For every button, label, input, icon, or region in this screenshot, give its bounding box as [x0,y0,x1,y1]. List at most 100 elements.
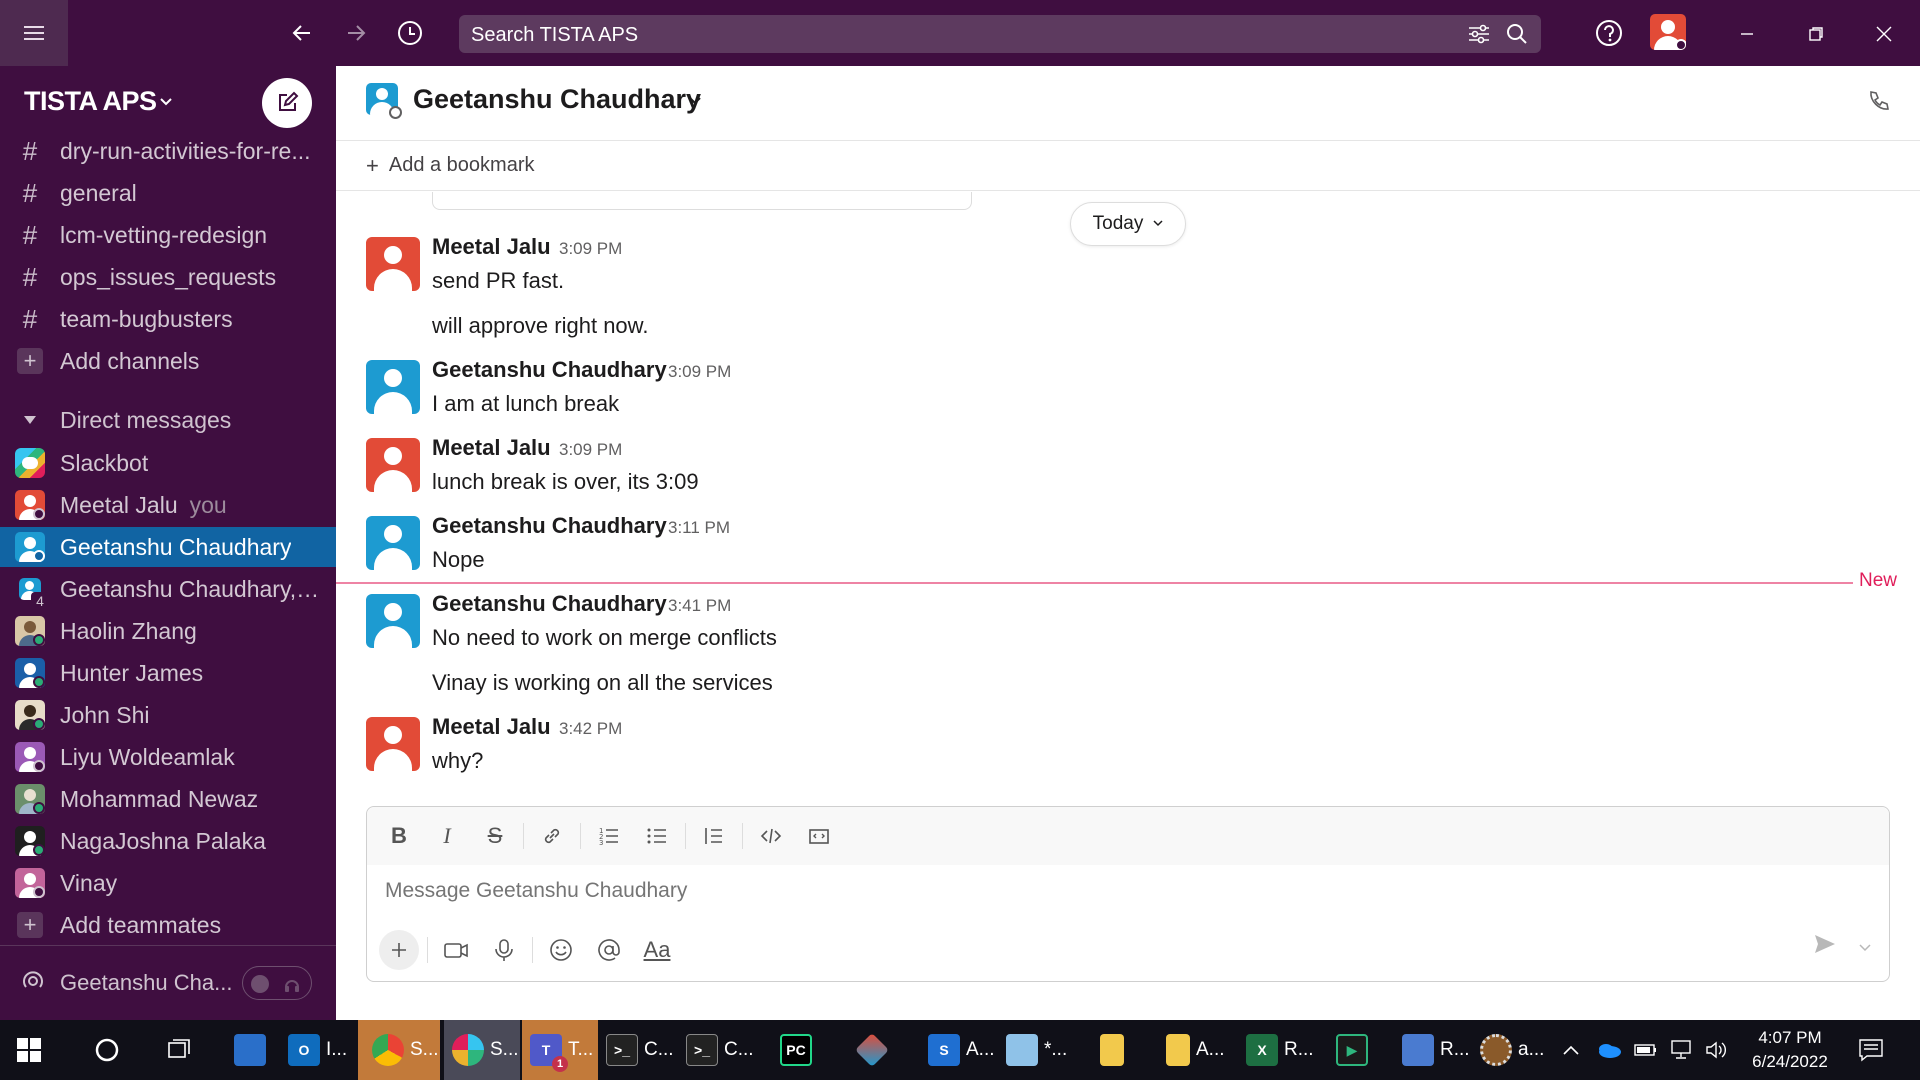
taskbar-app-folder-2[interactable]: A... [1166,1020,1225,1080]
sidebar-item-channel[interactable]: # general [0,173,336,213]
menu-button[interactable] [0,0,68,66]
taskbar-app-pycharm[interactable]: PC [780,1020,812,1080]
italic-button[interactable]: I [427,816,467,856]
sidebar-item-dm[interactable]: Mohammad Newaz [0,779,336,819]
taskbar-app-gear[interactable]: a... [1480,1020,1544,1080]
text-format-button[interactable]: Aa [637,930,677,970]
restore-button[interactable] [1802,20,1830,48]
avatar[interactable] [366,237,420,291]
mention-button[interactable] [589,930,629,970]
battery-icon[interactable] [1634,1020,1658,1080]
filter-icon[interactable] [1467,23,1491,50]
back-button[interactable] [285,16,319,50]
network-icon[interactable] [1668,1020,1694,1080]
message-input[interactable] [385,879,1785,903]
taskbar-app-outlook[interactable]: O I... [288,1020,347,1080]
start-button[interactable] [16,1020,42,1080]
ordered-list-button[interactable]: 123 [589,816,629,856]
message-time[interactable]: 3:09 PM [559,239,622,259]
taskbar-app-player[interactable]: ▶ [1336,1020,1368,1080]
taskbar-app-slack[interactable]: S... [444,1020,520,1080]
blockquote-button[interactable] [694,816,734,856]
taskbar-app-chrome[interactable]: S... [358,1020,440,1080]
code-block-button[interactable] [799,816,839,856]
sidebar-item-dm[interactable]: Vinay [0,863,336,903]
channel-title[interactable]: Geetanshu Chaudhary [413,84,701,115]
close-button[interactable] [1870,20,1898,48]
add-bookmark-button[interactable]: Add a bookmark [389,154,535,177]
sidebar-item-dm[interactable]: Hunter James [0,653,336,693]
avatar[interactable] [366,438,420,492]
taskbar-app-teams[interactable]: T 1 T... [522,1020,598,1080]
sidebar-item-group-dm[interactable]: 4 Geetanshu Chaudhary, ... [0,569,336,609]
sidebar-item-channel[interactable]: # ops_issues_requests [0,257,336,297]
message-author[interactable]: Geetanshu Chaudhary [432,357,667,383]
emoji-button[interactable] [541,930,581,970]
taskbar-app-a[interactable]: S A... [928,1020,995,1080]
avatar[interactable] [366,717,420,771]
history-button[interactable] [393,16,427,50]
phone-icon[interactable] [1866,88,1892,114]
system-clock[interactable]: 4:07 PM 6/24/2022 [1735,1026,1845,1074]
message-time[interactable]: 3:09 PM [668,362,731,382]
sidebar-item-dm[interactable]: Meetal Jalu you [0,485,336,525]
message-time[interactable]: 3:09 PM [559,440,622,460]
taskbar-app-remote[interactable]: R... [1402,1020,1470,1080]
sidebar-item-dm-active[interactable]: Geetanshu Chaudhary [0,527,336,567]
sidebar-item-dm[interactable]: Liyu Woldeamlak [0,737,336,777]
avatar[interactable] [366,360,420,414]
message-author[interactable]: Meetal Jalu [432,435,551,461]
avatar[interactable] [366,594,420,648]
add-channels-button[interactable]: + Add channels [0,341,336,381]
taskbar-app-folder[interactable] [1100,1020,1124,1080]
notification-center-button[interactable] [1858,1020,1884,1080]
avatar[interactable] [366,516,420,570]
message-time[interactable]: 3:11 PM [668,518,730,538]
sidebar-item-dm[interactable]: NagaJoshna Palaka [0,821,336,861]
message-author[interactable]: Meetal Jalu [432,714,551,740]
message-time[interactable]: 3:41 PM [668,596,731,616]
task-view-button[interactable] [166,1020,192,1080]
send-options-button[interactable] [1859,939,1871,957]
bullet-list-button[interactable] [637,816,677,856]
taskbar-app-git[interactable] [855,1020,889,1080]
sidebar-item-dm[interactable]: Haolin Zhang [0,611,336,651]
strikethrough-button[interactable]: S [475,816,515,856]
minimize-button[interactable] [1733,20,1761,48]
search-taskbar-button[interactable] [94,1020,120,1080]
video-clip-button[interactable] [436,930,476,970]
huddle-toggle[interactable] [242,966,312,1000]
taskbar-app-cmd-2[interactable]: >_ C... [686,1020,754,1080]
message-author[interactable]: Geetanshu Chaudhary [432,513,667,539]
taskbar-app-cmd[interactable]: >_ C... [606,1020,674,1080]
taskbar-app-excel[interactable]: X R... [1246,1020,1314,1080]
compose-button[interactable] [262,78,312,128]
sidebar-item-channel[interactable]: # dry-run-activities-for-re... [0,131,336,171]
sidebar-item-channel[interactable]: # lcm-vetting-redesign [0,215,336,255]
help-button[interactable] [1592,16,1626,50]
show-hidden-icons-button[interactable] [1562,1020,1580,1080]
audio-clip-button[interactable] [484,930,524,970]
onedrive-icon[interactable] [1596,1020,1622,1080]
message-author[interactable]: Meetal Jalu [432,234,551,260]
link-button[interactable] [532,816,572,856]
dm-section-header[interactable]: Direct messages [0,400,231,440]
attach-button[interactable] [379,930,419,970]
message-time[interactable]: 3:42 PM [559,719,622,739]
sidebar-item-dm[interactable]: Slackbot [0,443,336,483]
add-teammates-button[interactable]: + Add teammates [0,905,336,945]
forward-button[interactable] [339,16,373,50]
volume-icon[interactable] [1704,1020,1728,1080]
workspace-name[interactable]: TISTA APS [24,86,157,117]
code-button[interactable] [751,816,791,856]
bold-button[interactable]: B [379,816,419,856]
date-divider-pill[interactable]: Today [1070,202,1186,246]
sidebar-item-channel[interactable]: # team-bugbusters [0,299,336,339]
chevron-down-icon[interactable] [688,96,702,106]
search-icon[interactable] [1505,22,1529,51]
search-bar[interactable]: Search TISTA APS [459,15,1541,53]
user-avatar[interactable] [1650,14,1686,50]
message-author[interactable]: Geetanshu Chaudhary [432,591,667,617]
workspace-header[interactable]: TISTA APS [0,66,336,141]
send-button[interactable] [1813,933,1837,960]
